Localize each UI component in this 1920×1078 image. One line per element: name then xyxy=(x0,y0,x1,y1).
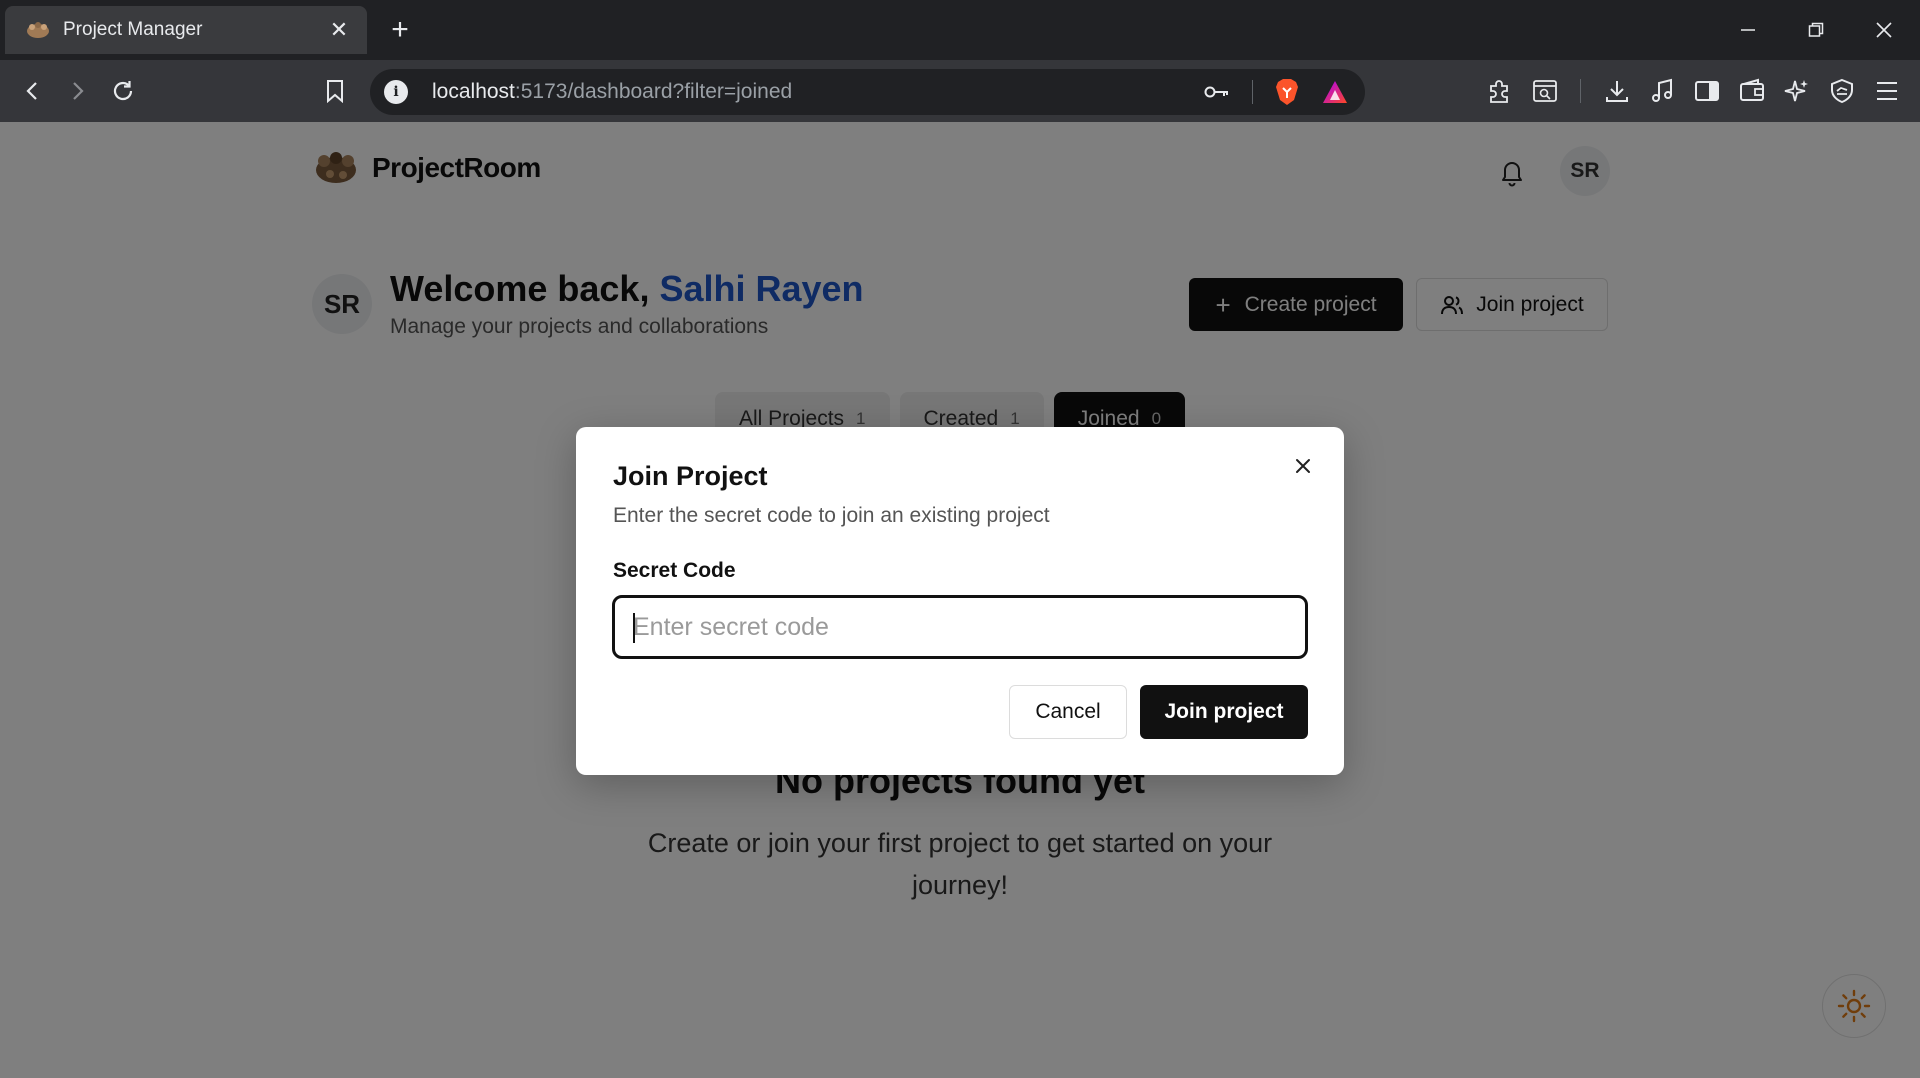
text-caret xyxy=(633,613,635,643)
tab-close-icon[interactable]: ✕ xyxy=(325,16,353,44)
extensions-icon[interactable] xyxy=(1482,74,1516,108)
separator xyxy=(1252,80,1253,104)
forward-icon[interactable] xyxy=(60,74,94,108)
minimize-icon[interactable] xyxy=(1714,0,1782,60)
dialog-title: Join Project xyxy=(613,461,768,491)
menu-icon[interactable] xyxy=(1870,74,1904,108)
tab-favicon-icon xyxy=(27,22,49,38)
secret-code-input[interactable] xyxy=(612,595,1308,659)
wallet-icon[interactable] xyxy=(1735,74,1769,108)
reload-icon[interactable] xyxy=(106,74,140,108)
bookmark-icon[interactable] xyxy=(318,74,352,108)
join-project-dialog: Join Project Enter the secret code to jo… xyxy=(576,427,1344,775)
join-project-submit-button[interactable]: Join project xyxy=(1140,685,1308,739)
password-key-icon[interactable] xyxy=(1204,84,1230,100)
downloads-icon[interactable] xyxy=(1600,74,1634,108)
browser-toolbar: i localhost:5173/dashboard?filter=joined xyxy=(0,60,1920,122)
new-tab-button[interactable]: + xyxy=(383,13,417,47)
leo-ai-icon[interactable] xyxy=(1780,74,1814,108)
browser-tab-bar: Project Manager ✕ + xyxy=(0,0,1920,60)
brave-shields-icon[interactable] xyxy=(1275,78,1299,106)
cancel-button[interactable]: Cancel xyxy=(1009,685,1127,739)
browser-tab[interactable]: Project Manager ✕ xyxy=(5,6,367,54)
window-close-icon[interactable] xyxy=(1850,0,1918,60)
media-icon[interactable] xyxy=(1645,74,1679,108)
sidebar-icon[interactable] xyxy=(1690,74,1724,108)
back-icon[interactable] xyxy=(16,74,50,108)
tab-title: Project Manager xyxy=(63,19,203,40)
url-text: localhost:5173/dashboard?filter=joined xyxy=(432,80,793,103)
separator xyxy=(1580,79,1581,103)
vpn-icon[interactable] xyxy=(1825,74,1859,108)
brave-rewards-icon[interactable] xyxy=(1321,79,1349,105)
secret-code-label: Secret Code xyxy=(613,559,736,582)
dialog-description: Enter the secret code to join an existin… xyxy=(613,504,1050,527)
site-info-icon[interactable]: i xyxy=(384,80,408,104)
dialog-close-icon[interactable] xyxy=(1288,451,1318,481)
address-bar[interactable]: i localhost:5173/dashboard?filter=joined xyxy=(370,69,1365,115)
search-tab-icon[interactable] xyxy=(1528,74,1562,108)
restore-icon[interactable] xyxy=(1782,0,1850,60)
